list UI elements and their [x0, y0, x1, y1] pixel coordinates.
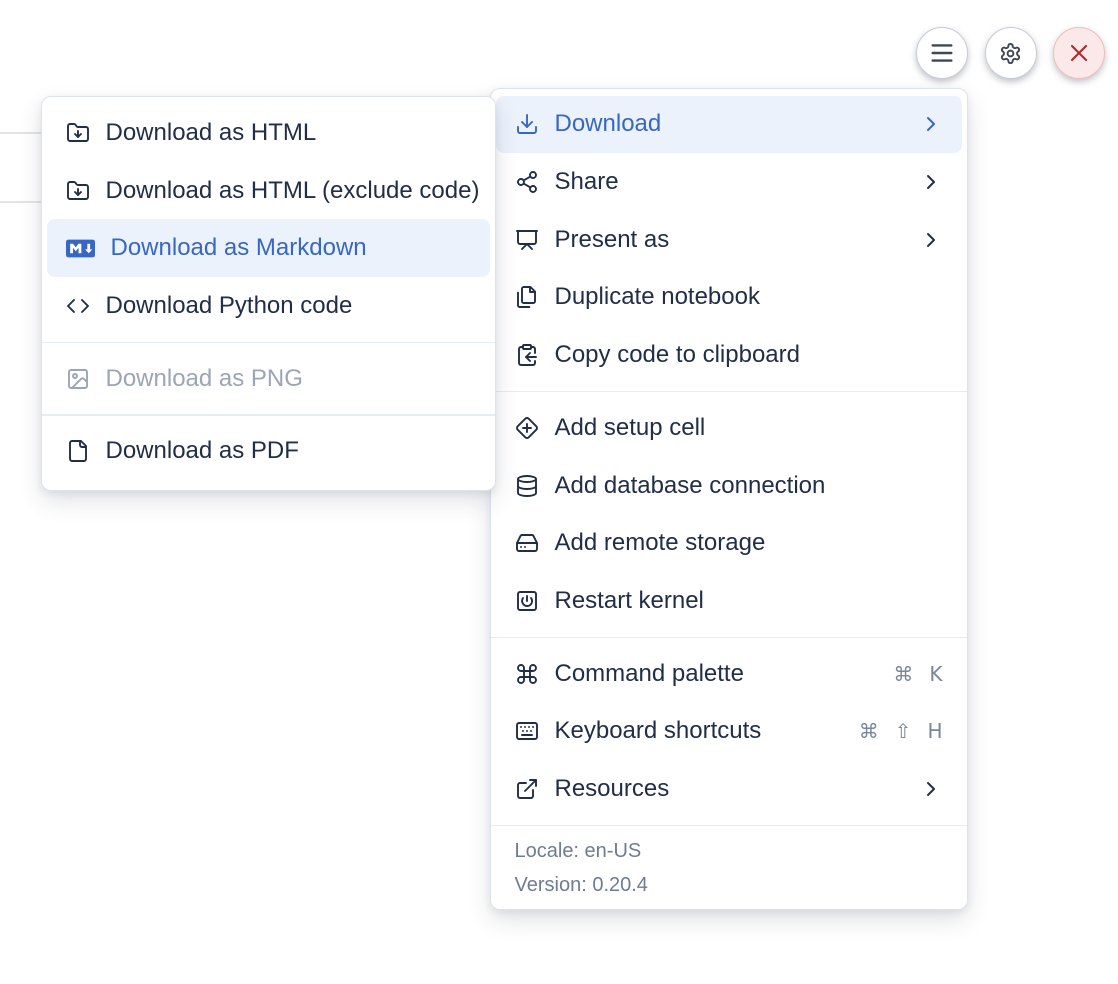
notebook-actions-button[interactable] [916, 27, 968, 79]
markdown-icon [66, 238, 95, 259]
shortcut-key: K [929, 662, 942, 686]
menu-item-add-remote-storage[interactable]: Add remote storage [496, 514, 962, 572]
shortcut-key: H [927, 719, 942, 743]
shortcut-key: ⌘ [859, 719, 879, 743]
share-icon [515, 170, 539, 194]
menu-item-label: Keyboard shortcuts [555, 717, 762, 745]
external-link-icon [515, 777, 539, 801]
database-icon [515, 474, 539, 498]
menu-item-label: Copy code to clipboard [555, 341, 800, 369]
presentation-icon [515, 228, 539, 252]
menu-item-copy-code-to-clipboard[interactable]: Copy code to clipboard [496, 326, 962, 384]
shortcut-key: ⇧ [895, 719, 912, 743]
menu-item-download-as-html-exclude-code[interactable]: Download as HTML (exclude code) [47, 162, 490, 220]
menu-item-download-python-code[interactable]: Download Python code [47, 277, 490, 335]
command-icon [515, 662, 539, 686]
menu-item-command-palette[interactable]: Command palette⌘K [496, 645, 962, 703]
locale-text: Locale: en-US [515, 834, 962, 868]
close-icon [1065, 39, 1093, 67]
menu-item-label: Download as PNG [106, 365, 303, 393]
menu-item-label: Download as Markdown [111, 234, 367, 262]
menu-item-download-as-pdf[interactable]: Download as PDF [47, 423, 490, 481]
hard-drive-icon [515, 531, 539, 555]
background-cell-border-bottom [0, 201, 41, 203]
menu-item-label: Restart kernel [555, 587, 704, 615]
menu-item-duplicate-notebook[interactable]: Duplicate notebook [496, 269, 962, 327]
menu-item-restart-kernel[interactable]: Restart kernel [496, 572, 962, 630]
menu-item-keyboard-shortcuts[interactable]: Keyboard shortcuts ⌘ ⇧ H [496, 703, 962, 761]
menu-item-label: Duplicate notebook [555, 283, 760, 311]
code-icon [66, 294, 90, 318]
shortcut-hint: ⌘K [893, 662, 942, 686]
submenu-indicator [919, 112, 943, 136]
download-submenu: Download as HTML Download as HTML (exclud… [41, 96, 496, 491]
menu-item-download[interactable]: Download [496, 96, 962, 154]
menu-item-add-setup-cell[interactable]: Add setup cell [496, 399, 962, 457]
menu-footer: Locale: en-USVersion: 0.20.4 [496, 833, 962, 902]
shortcut-hint: ⌘ ⇧ H [859, 719, 943, 743]
menu-item-present-as[interactable]: Present as [496, 211, 962, 269]
image-icon [66, 367, 90, 391]
settings-button[interactable] [985, 27, 1037, 79]
menu-separator [491, 391, 967, 393]
version-text: Version: 0.20.4 [515, 868, 962, 902]
folder-down-icon [66, 121, 90, 145]
menu-item-label: Add database connection [555, 472, 826, 500]
menu-item-label: Download as PDF [106, 437, 299, 465]
menu-item-label: Download Python code [106, 292, 353, 320]
background-cell-border-top [0, 132, 41, 134]
menu-item-label: Command palette [555, 660, 744, 688]
diamond-plus-icon [515, 416, 539, 440]
menu-item-label: Download as HTML [106, 119, 317, 147]
keyboard-icon [515, 719, 539, 743]
menu-item-resources[interactable]: Resources [496, 760, 962, 818]
menu-item-label: Download [555, 110, 662, 138]
clipboard-copy-icon [515, 343, 539, 367]
chevron-right-icon [919, 112, 943, 136]
menu-item-add-database-connection[interactable]: Add database connection [496, 457, 962, 515]
chevron-right-icon [919, 228, 943, 252]
menu-item-label: Download as HTML (exclude code) [106, 177, 480, 205]
file-icon [66, 439, 90, 463]
chevron-right-icon [919, 170, 943, 194]
files-icon [515, 285, 539, 309]
folder-down-icon [66, 179, 90, 203]
menu-separator [42, 342, 495, 344]
chevron-right-icon [919, 777, 943, 801]
menu-item-label: Resources [555, 775, 670, 803]
submenu-indicator [919, 777, 943, 801]
download-icon [515, 112, 539, 136]
menu-item-share[interactable]: Share [496, 153, 962, 211]
menu-item-label: Present as [555, 226, 670, 254]
square-power-icon [515, 589, 539, 613]
menu-icon [928, 39, 956, 67]
menu-separator [491, 825, 967, 827]
submenu-indicator [919, 170, 943, 194]
menu-item-label: Share [555, 168, 619, 196]
menu-item-download-as-markdown[interactable]: Download as Markdown [47, 219, 490, 277]
notebook-actions-menu: Download Share Present as Duplicate noteboo… [490, 88, 968, 911]
menu-item-download-as-png: Download as PNG [47, 350, 490, 408]
gear-icon [999, 42, 1022, 65]
notebook-page: Download Share Present as Duplicate noteboo… [0, 0, 1118, 984]
menu-item-label: Add setup cell [555, 414, 706, 442]
shortcut-key: ⌘ [893, 662, 913, 686]
shutdown-button[interactable] [1053, 27, 1105, 79]
menu-separator [491, 637, 967, 639]
menu-item-download-as-html[interactable]: Download as HTML [47, 104, 490, 162]
menu-separator [42, 414, 495, 416]
submenu-indicator [919, 228, 943, 252]
menu-item-label: Add remote storage [555, 529, 766, 557]
